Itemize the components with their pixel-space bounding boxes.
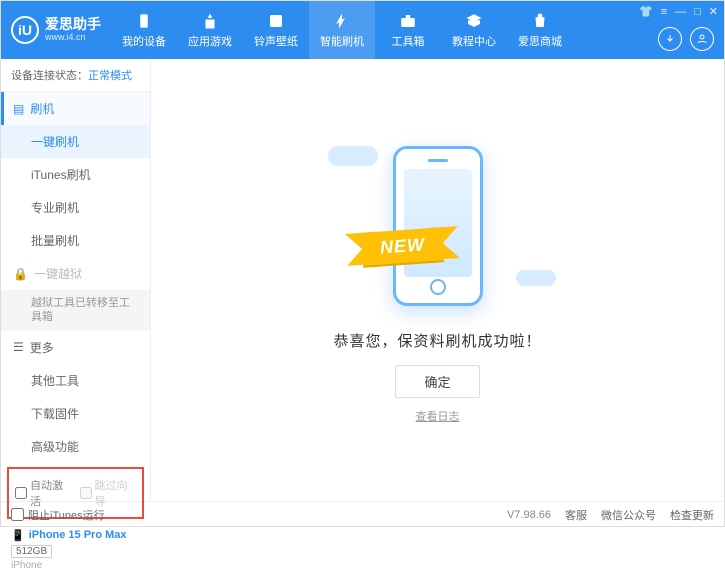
- device-type: iPhone: [11, 560, 140, 571]
- device-name[interactable]: 📱 iPhone 15 Pro Max: [11, 529, 140, 542]
- nav-apps[interactable]: 应用游戏: [177, 1, 243, 59]
- ok-button[interactable]: 确定: [395, 365, 479, 398]
- sidebar: 设备连接状态：正常模式 ▤ 刷机 一键刷机 iTunes刷机 专业刷机 批量刷机…: [1, 59, 151, 501]
- app-name: 爱思助手: [45, 17, 101, 32]
- new-ribbon: NEW: [360, 227, 443, 266]
- window-controls: 👕 ≡ — □ ✕: [639, 5, 718, 18]
- tutorial-icon: [465, 12, 483, 30]
- connection-status: 设备连接状态：正常模式: [1, 59, 150, 92]
- sidebar-item-other-tools[interactable]: 其他工具: [1, 364, 150, 397]
- auto-activate-checkbox[interactable]: 自动激活: [15, 477, 72, 509]
- phone-icon: 📱: [11, 529, 25, 542]
- flash-group-icon: ▤: [13, 102, 24, 116]
- app-header: iU 爱思助手 www.i4.cn 我的设备 应用游戏 铃声壁纸 智能刷机 工具…: [1, 1, 724, 59]
- apps-icon: [201, 12, 219, 30]
- logo-icon: iU: [11, 16, 39, 44]
- more-group-icon: ☰: [13, 340, 24, 354]
- lock-icon: 🔒: [13, 267, 28, 281]
- success-illustration: NEW: [338, 136, 538, 316]
- download-button[interactable]: [658, 27, 682, 51]
- user-button[interactable]: [690, 27, 714, 51]
- footer-update[interactable]: 检查更新: [670, 507, 714, 523]
- nav-wallpaper[interactable]: 铃声壁纸: [243, 1, 309, 59]
- version-label: V7.98.66: [507, 509, 551, 521]
- device-icon: [135, 12, 153, 30]
- main-content: NEW 恭喜您，保资料刷机成功啦！ 确定 查看日志: [151, 59, 724, 501]
- nav-flash[interactable]: 智能刷机: [309, 1, 375, 59]
- sidebar-group-more[interactable]: ☰ 更多: [1, 331, 150, 364]
- nav-toolbox[interactable]: 工具箱: [375, 1, 441, 59]
- flash-icon: [333, 12, 351, 30]
- sidebar-item-pro-flash[interactable]: 专业刷机: [1, 191, 150, 224]
- nav-my-device[interactable]: 我的设备: [111, 1, 177, 59]
- view-log-link[interactable]: 查看日志: [416, 408, 460, 424]
- sidebar-group-jailbreak: 🔒 一键越狱: [1, 257, 150, 290]
- minimize-icon[interactable]: —: [675, 6, 686, 18]
- success-message: 恭喜您，保资料刷机成功啦！: [333, 330, 541, 351]
- maximize-icon[interactable]: □: [694, 6, 701, 18]
- footer-wechat[interactable]: 微信公众号: [601, 507, 656, 523]
- block-itunes-checkbox[interactable]: 阻止iTunes运行: [11, 507, 105, 523]
- top-nav: 我的设备 应用游戏 铃声壁纸 智能刷机 工具箱 教程中心 爱思商城: [111, 1, 573, 59]
- skip-guide-checkbox[interactable]: 跳过向导: [80, 477, 137, 509]
- logo: iU 爱思助手 www.i4.cn: [11, 16, 101, 44]
- app-url: www.i4.cn: [45, 33, 101, 43]
- store-icon: [531, 12, 549, 30]
- sidebar-item-download-firmware[interactable]: 下载固件: [1, 397, 150, 430]
- footer-support[interactable]: 客服: [565, 507, 587, 523]
- nav-store[interactable]: 爱思商城: [507, 1, 573, 59]
- toolbox-icon: [399, 12, 417, 30]
- nav-tutorial[interactable]: 教程中心: [441, 1, 507, 59]
- sidebar-item-batch-flash[interactable]: 批量刷机: [1, 224, 150, 257]
- sidebar-group-flash[interactable]: ▤ 刷机: [1, 92, 150, 125]
- close-icon[interactable]: ✕: [709, 5, 718, 18]
- device-info: 📱 iPhone 15 Pro Max 512GB iPhone: [1, 523, 150, 579]
- device-storage: 512GB: [11, 545, 52, 558]
- menu-icon[interactable]: ≡: [661, 6, 667, 18]
- wallpaper-icon: [267, 12, 285, 30]
- skin-icon[interactable]: 👕: [639, 5, 653, 18]
- sidebar-item-itunes-flash[interactable]: iTunes刷机: [1, 158, 150, 191]
- sidebar-jailbreak-note: 越狱工具已转移至工具箱: [1, 290, 150, 331]
- sidebar-item-advanced[interactable]: 高级功能: [1, 430, 150, 463]
- sidebar-item-oneclick-flash[interactable]: 一键刷机: [1, 125, 150, 158]
